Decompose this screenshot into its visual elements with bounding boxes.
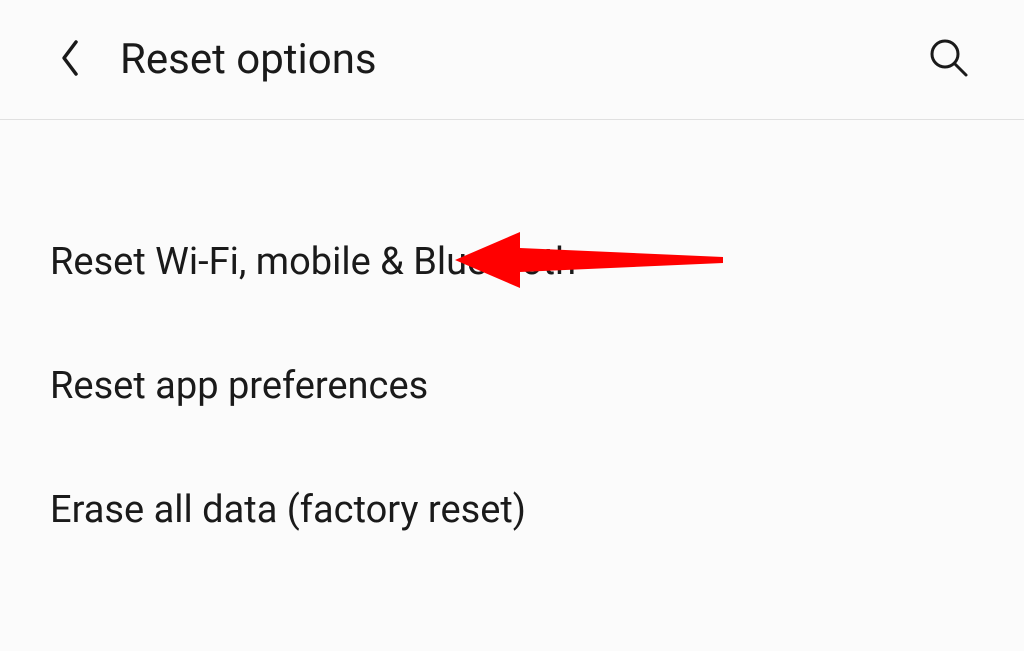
search-button[interactable] <box>924 35 974 85</box>
chevron-left-icon <box>58 38 82 82</box>
list-item-label: Reset app preferences <box>50 364 428 408</box>
list-item-label: Erase all data (factory reset) <box>50 488 526 532</box>
option-erase-all-data[interactable]: Erase all data (factory reset) <box>0 448 1024 572</box>
list-item-label: Reset Wi-Fi, mobile & Bluetooth <box>50 240 576 284</box>
header: Reset options <box>0 0 1024 120</box>
options-list: Reset Wi-Fi, mobile & Bluetooth Reset ap… <box>0 120 1024 572</box>
back-button[interactable] <box>50 40 90 80</box>
option-reset-app-preferences[interactable]: Reset app preferences <box>0 324 1024 448</box>
option-reset-wifi-mobile-bluetooth[interactable]: Reset Wi-Fi, mobile & Bluetooth <box>0 200 1024 324</box>
search-icon <box>928 37 970 83</box>
page-title: Reset options <box>120 35 924 84</box>
